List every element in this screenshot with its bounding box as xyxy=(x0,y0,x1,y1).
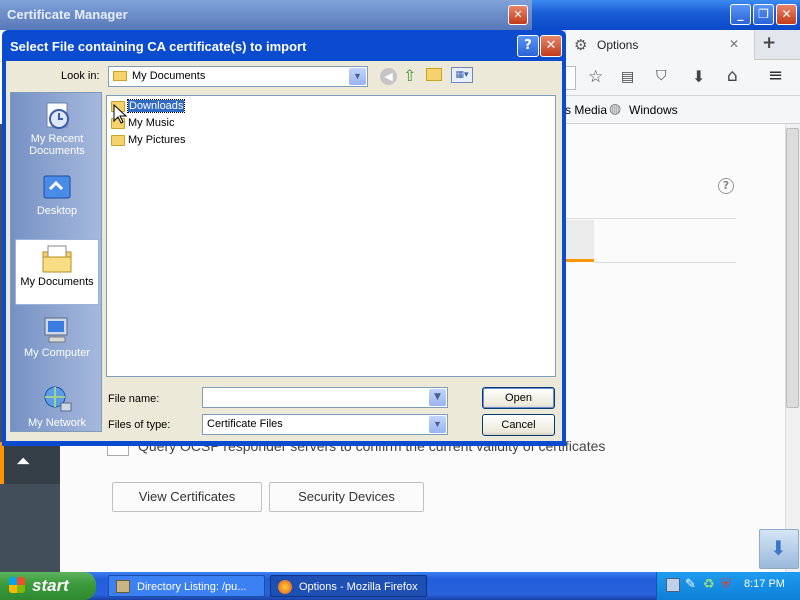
view-menu-icon[interactable]: ▦▾ xyxy=(451,67,473,83)
bookmark-windows[interactable]: Windows xyxy=(629,103,678,117)
chevron-down-icon[interactable]: ▼ xyxy=(429,416,446,433)
recent-documents-icon xyxy=(46,102,69,129)
divider xyxy=(594,262,736,263)
bookmark-social-media[interactable]: s Media xyxy=(565,103,607,117)
firefox-icon xyxy=(278,580,292,594)
chevron-down-icon[interactable]: ▼ xyxy=(429,389,446,406)
dialog-title: Select File containing CA certificate(s)… xyxy=(10,39,307,54)
download-arrow-icon: ⬇ xyxy=(770,536,787,560)
tray-shield-icon[interactable]: ⛨ xyxy=(721,577,731,592)
windows-logo-icon xyxy=(9,577,25,593)
clock: 8:17 PM xyxy=(744,578,785,590)
look-in-select[interactable]: My Documents ▼ xyxy=(108,66,368,87)
place-my-computer[interactable]: My Computer xyxy=(15,311,99,377)
place-my-documents[interactable]: My Documents xyxy=(15,239,99,305)
maximize-button[interactable]: ❐ xyxy=(753,4,774,25)
reading-list-icon[interactable]: ▤ xyxy=(621,69,634,85)
gear-icon: ⚙ xyxy=(574,36,588,54)
certificate-manager-title: Certificate Manager xyxy=(7,7,128,22)
firefox-close-button[interactable]: ✕ xyxy=(776,4,797,25)
look-in-value: My Documents xyxy=(132,70,206,82)
files-of-type-label: Files of type: xyxy=(108,419,171,431)
certificate-manager-titlebar: Certificate Manager ✕ xyxy=(0,0,532,30)
bookmark-star-icon[interactable]: ☆ xyxy=(588,67,603,87)
firefox-nav-bar: ☆ ▤ ⛉ ⬇ ⌂ ≡ xyxy=(560,60,800,96)
chevron-down-icon[interactable]: ▼ xyxy=(349,68,366,85)
dialog-help-button[interactable]: ? xyxy=(517,35,539,57)
bookmarks-bar: s Media ◍ Windows xyxy=(560,96,800,124)
tab-close-icon[interactable]: ✕ xyxy=(729,37,739,51)
mouse-cursor-icon xyxy=(113,104,127,124)
my-computer-icon xyxy=(44,317,68,343)
taskbar-item-firefox[interactable]: Options - Mozilla Firefox xyxy=(270,575,427,597)
place-recent-documents[interactable]: My Recent Documents xyxy=(15,97,99,163)
tab-label: Options xyxy=(597,38,639,52)
wizard-hat-icon: ⏶ xyxy=(16,451,31,472)
divider xyxy=(560,218,736,219)
up-folder-icon[interactable]: ⇧ xyxy=(403,66,416,85)
help-icon[interactable]: ? xyxy=(718,178,734,194)
system-tray: ✎ ♻ ⛨ 8:17 PM xyxy=(656,572,800,600)
taskbar-item-directory[interactable]: Directory Listing: /pu... xyxy=(108,575,265,597)
my-network-icon xyxy=(44,386,72,412)
file-name-input[interactable] xyxy=(202,387,448,408)
file-name-label: File name: xyxy=(108,393,160,405)
tray-network-icon[interactable] xyxy=(666,578,680,592)
files-of-type-select[interactable]: Certificate Files ▼ xyxy=(202,414,448,435)
home-icon[interactable]: ⌂ xyxy=(727,66,738,86)
desktop-icon xyxy=(43,175,71,199)
tray-tools-icon[interactable]: ✎ xyxy=(685,577,696,592)
download-icon[interactable]: ⬇ xyxy=(692,67,705,86)
sidebar-item-advanced[interactable]: ⏶ xyxy=(0,442,60,484)
back-icon[interactable]: ◀ xyxy=(380,68,397,85)
pocket-icon[interactable]: ⛉ xyxy=(656,68,667,84)
download-overlay-button[interactable]: ⬇ xyxy=(759,529,799,569)
certificate-manager-close-button[interactable]: ✕ xyxy=(508,5,528,25)
dialog-close-button[interactable]: ✕ xyxy=(540,35,562,57)
start-button[interactable]: start xyxy=(0,572,96,600)
view-certificates-button[interactable]: View Certificates xyxy=(112,482,262,512)
cancel-button[interactable]: Cancel xyxy=(482,414,555,436)
place-desktop[interactable]: Desktop xyxy=(15,169,99,235)
tray-update-icon[interactable]: ♻ xyxy=(703,577,715,592)
folder-icon xyxy=(113,71,127,82)
new-folder-icon[interactable] xyxy=(426,68,442,81)
tab-options[interactable]: ⚙ Options ✕ xyxy=(565,30,755,60)
place-my-network[interactable]: My Network xyxy=(15,381,99,447)
open-button[interactable]: Open xyxy=(482,387,555,409)
folder-icon xyxy=(111,135,125,146)
scrollbar-thumb[interactable] xyxy=(786,128,799,408)
menu-icon[interactable]: ≡ xyxy=(768,65,783,86)
globe-icon: ◍ xyxy=(609,101,622,117)
program-icon xyxy=(116,580,130,593)
new-tab-button[interactable]: + xyxy=(762,33,776,53)
my-documents-icon xyxy=(42,245,72,273)
file-list[interactable]: Downloads My Music My Pictures xyxy=(106,95,556,377)
list-item[interactable]: My Pictures xyxy=(110,133,185,148)
places-bar: My Recent Documents Desktop My Documents… xyxy=(10,92,102,432)
security-devices-button[interactable]: Security Devices xyxy=(269,482,424,512)
look-in-label: Look in: xyxy=(61,70,100,82)
minimize-button[interactable]: _ xyxy=(730,4,751,25)
